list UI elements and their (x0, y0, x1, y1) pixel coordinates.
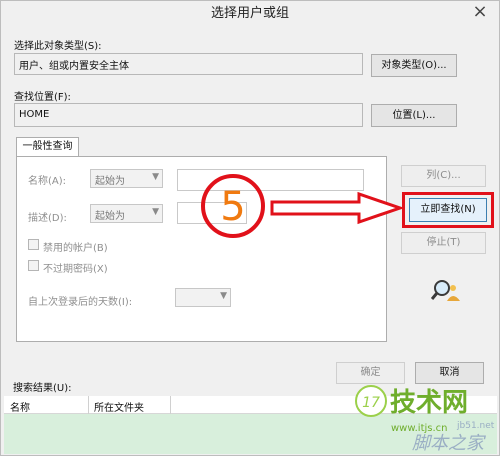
annotation-step-number: 5 (220, 184, 245, 230)
watermark-site: 脚本之家 (412, 433, 486, 454)
name-mode-select[interactable]: 起始为 ▼ (90, 169, 163, 188)
location-field: HOME (14, 103, 363, 127)
object-type-label: 选择此对象类型(S): (14, 41, 102, 52)
description-mode-value: 起始为 (95, 211, 125, 222)
disabled-accounts-label: 禁用的帐户(B) (43, 243, 108, 254)
description-label: 描述(D): (28, 213, 67, 224)
chevron-down-icon: ▼ (152, 172, 159, 182)
name-mode-value: 起始为 (95, 176, 125, 187)
close-icon[interactable]: × (467, 2, 493, 24)
disabled-accounts-checkbox[interactable] (28, 239, 39, 250)
watermark-domain: jb51.net (456, 421, 495, 431)
results-col-name[interactable]: 名称 (10, 399, 30, 414)
locations-button[interactable]: 位置(L)... (371, 104, 457, 127)
object-type-field: 用户、组或内置安全主体 (14, 53, 363, 75)
dialog-title: 选择用户或组 (210, 6, 289, 21)
magnifier-people-icon (431, 280, 460, 301)
no-expire-password-label: 不过期密码(X) (43, 264, 108, 275)
right-arrow-icon (270, 191, 405, 225)
description-mode-select[interactable]: 起始为 ▼ (90, 204, 163, 223)
chevron-down-icon: ▼ (220, 291, 227, 301)
title-bar: 选择用户或组 (1, 1, 499, 31)
days-since-logon-select[interactable]: ▼ (175, 288, 231, 307)
watermark-prefix: 17 (362, 395, 380, 411)
watermark-brand: 技术网 (390, 388, 468, 418)
column-divider (88, 396, 89, 414)
annotation-arrow-group: 5 (201, 174, 405, 238)
name-label: 名称(A): (28, 176, 67, 187)
select-users-dialog: 选择用户或组 × 选择此对象类型(S): 用户、组或内置安全主体 对象类型(O)… (0, 0, 500, 456)
find-now-button[interactable]: 立即查找(N) (409, 198, 487, 222)
object-types-button[interactable]: 对象类型(O)... (371, 54, 457, 77)
results-label: 搜索结果(U): (13, 383, 72, 394)
watermark-logo: 17 技术网 www.itjs.cn jb51.net 脚本之家 (355, 385, 495, 454)
chevron-down-icon: ▼ (152, 207, 159, 217)
location-label: 查找位置(F): (14, 92, 71, 103)
no-expire-password-checkbox[interactable] (28, 260, 39, 271)
stop-button[interactable]: 停止(T) (401, 232, 486, 254)
tab-general-queries[interactable]: 一般性查询 (16, 137, 79, 157)
column-divider (170, 396, 171, 414)
results-col-folder[interactable]: 所在文件夹 (94, 399, 144, 414)
days-since-logon-label: 自上次登录后的天数(I): (28, 297, 133, 308)
columns-button[interactable]: 列(C)... (401, 165, 486, 187)
